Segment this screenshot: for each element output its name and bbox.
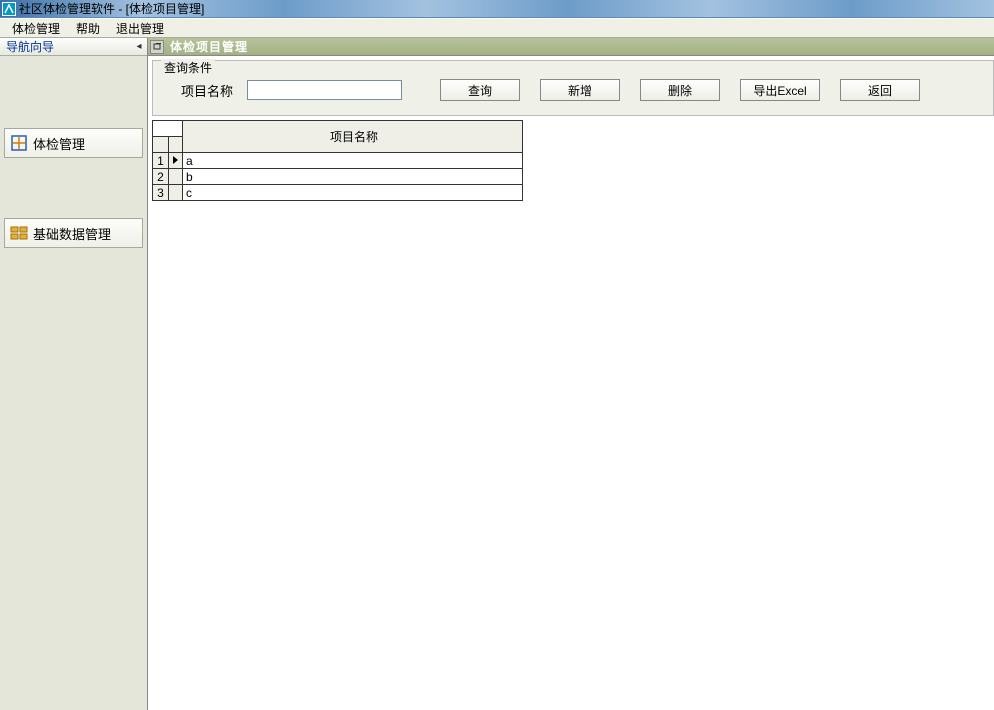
nav-exam-management[interactable]: 体检管理 bbox=[4, 128, 143, 158]
menu-exit[interactable]: 退出管理 bbox=[108, 18, 172, 39]
content-titlebar: 体检项目管理 bbox=[148, 38, 994, 56]
data-grid-area: 项目名称 1 a 2 b bbox=[152, 120, 994, 201]
cell-project-name[interactable]: c bbox=[183, 185, 523, 201]
collapse-left-icon[interactable]: ◂ bbox=[133, 41, 145, 53]
project-name-input[interactable] bbox=[247, 80, 402, 100]
window-title: 社区体检管理软件 - [体检项目管理] bbox=[19, 0, 204, 17]
data-grid[interactable]: 项目名称 1 a 2 b bbox=[152, 120, 523, 201]
row-marker-icon bbox=[169, 153, 183, 169]
nav-exam-label: 体检管理 bbox=[33, 134, 85, 153]
content-title: 体检项目管理 bbox=[170, 38, 248, 55]
sidebar-body: 体检管理 基础数据管理 bbox=[0, 56, 147, 710]
delete-button[interactable]: 删除 bbox=[640, 79, 720, 101]
cell-project-name[interactable]: b bbox=[183, 169, 523, 185]
sidebar-header: 导航向导 ◂ bbox=[0, 38, 147, 56]
table-row[interactable]: 3 c bbox=[153, 185, 523, 201]
query-button[interactable]: 查询 bbox=[440, 79, 520, 101]
sidebar-title: 导航向导 bbox=[6, 38, 54, 55]
export-excel-button[interactable]: 导出Excel bbox=[740, 79, 820, 101]
row-number: 2 bbox=[153, 169, 169, 185]
back-button[interactable]: 返回 bbox=[840, 79, 920, 101]
cell-project-name[interactable]: a bbox=[183, 153, 523, 169]
query-panel: 查询条件 项目名称 查询 新增 删除 导出Excel 返回 bbox=[152, 60, 994, 116]
nav-basedata-label: 基础数据管理 bbox=[33, 224, 111, 243]
row-marker-empty bbox=[169, 169, 183, 185]
field-label-project-name: 项目名称 bbox=[181, 81, 233, 100]
menu-exam[interactable]: 体检管理 bbox=[4, 18, 68, 39]
app-icon bbox=[2, 2, 16, 16]
grid-corner bbox=[153, 137, 169, 153]
row-marker-empty bbox=[169, 185, 183, 201]
nav-basedata-management[interactable]: 基础数据管理 bbox=[4, 218, 143, 248]
table-row[interactable]: 1 a bbox=[153, 153, 523, 169]
menu-help[interactable]: 帮助 bbox=[68, 18, 108, 39]
add-button[interactable]: 新增 bbox=[540, 79, 620, 101]
basedata-icon bbox=[9, 223, 29, 243]
table-row[interactable]: 2 b bbox=[153, 169, 523, 185]
grid-header-name[interactable]: 项目名称 bbox=[183, 121, 523, 153]
restore-icon[interactable] bbox=[150, 40, 164, 54]
menubar: 体检管理 帮助 退出管理 bbox=[0, 18, 994, 38]
grid-marker-header bbox=[169, 137, 183, 153]
sidebar: 导航向导 ◂ 体检管理 bbox=[0, 38, 148, 710]
row-number: 3 bbox=[153, 185, 169, 201]
query-panel-title: 查询条件 bbox=[161, 59, 215, 76]
window-titlebar: 社区体检管理软件 - [体检项目管理] bbox=[0, 0, 994, 18]
content-area: 体检项目管理 查询条件 项目名称 查询 新增 删除 导出Excel 返回 项目名 bbox=[148, 38, 994, 710]
row-number: 1 bbox=[153, 153, 169, 169]
exam-icon bbox=[9, 133, 29, 153]
